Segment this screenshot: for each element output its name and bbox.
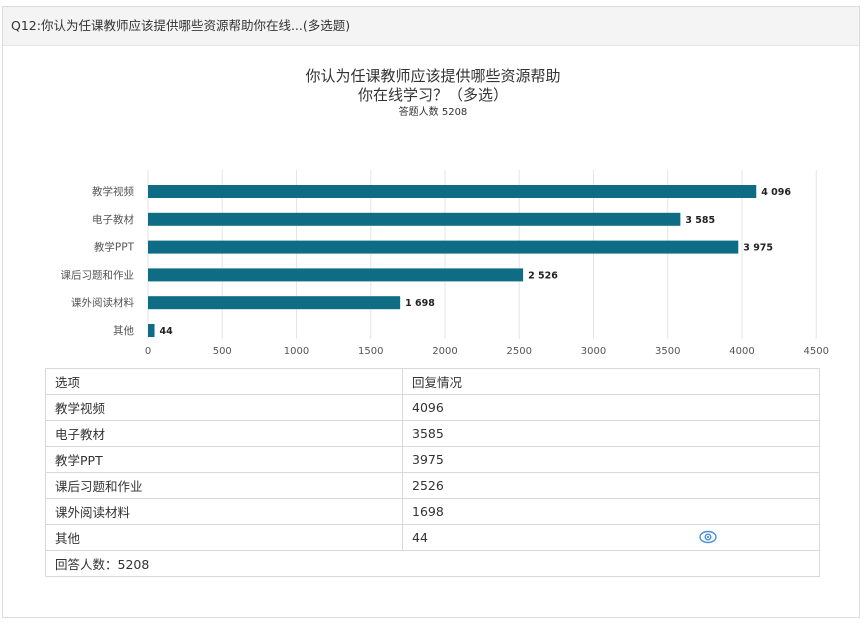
- option-cell: 选项: [45, 368, 403, 395]
- category-label: 教学PPT: [94, 241, 135, 254]
- option-cell: 教学PPT: [45, 446, 403, 473]
- data-label: 2 526: [528, 270, 558, 281]
- option-text: 教学视频: [55, 401, 106, 416]
- category-label: 课后习题和作业: [61, 269, 135, 281]
- option-text: 其他: [55, 531, 81, 546]
- data-label: 3 975: [743, 243, 773, 254]
- bar-1: [148, 212, 681, 226]
- option-text: 课外阅读材料: [55, 505, 131, 520]
- option-text: 教学PPT: [55, 453, 103, 468]
- table-header-row: 选项 回复情况: [45, 368, 820, 395]
- bar-5: [148, 324, 155, 337]
- question-panel: Q12:你认为任课教师应该提供哪些资源帮助你在线...(多选题) 你认为任课教师…: [2, 6, 860, 618]
- table-footer-row: 回答人数：5208: [45, 550, 820, 577]
- response-text: 3975: [412, 452, 444, 467]
- x-tick-label: 3000: [581, 346, 606, 357]
- option-cell: 课后习题和作业: [45, 472, 403, 499]
- response-text: 2526: [412, 478, 444, 493]
- data-label: 3 585: [685, 215, 715, 226]
- x-tick-label: 0: [145, 346, 151, 357]
- response-table: 选项 回复情况教学视频 4096 电子教材 3585 教学PPT 3975 课后习题和作业 25…: [45, 368, 820, 577]
- x-tick-label: 4000: [729, 346, 754, 357]
- x-tick-label: 4500: [804, 346, 829, 357]
- response-text: 1698: [412, 504, 444, 519]
- category-label: 其他: [113, 324, 134, 337]
- option-cell: 课外阅读材料: [45, 498, 403, 525]
- data-label: 1 698: [405, 298, 435, 309]
- table-row: 教学PPT 3975: [45, 446, 820, 473]
- table-row: 课后习题和作业 2526: [45, 472, 820, 499]
- response-text: 44: [412, 530, 428, 545]
- bar-3: [148, 268, 524, 282]
- category-label: 课外阅读材料: [71, 296, 134, 309]
- chart-title-line2: 你在线学习？（多选）: [358, 86, 508, 104]
- response-cell: 3585: [402, 420, 820, 447]
- response-cell: 3975: [402, 446, 820, 473]
- bars: [148, 185, 757, 337]
- x-tick-label: 2000: [432, 346, 457, 357]
- bar-4: [148, 296, 401, 310]
- question-title: Q12:你认为任课教师应该提供哪些资源帮助你在线...(多选题): [3, 7, 859, 46]
- option-text: 选项: [55, 375, 81, 390]
- option-cell: 教学视频: [45, 394, 403, 421]
- x-tick-label: 2500: [507, 346, 532, 357]
- x-tick-label: 500: [213, 346, 232, 357]
- table-row: 其他 44: [45, 524, 820, 551]
- option-cell: 电子教材: [45, 420, 403, 447]
- option-cell: 其他: [45, 524, 403, 551]
- data-label: 4 096: [761, 187, 791, 198]
- response-cell: 4096: [402, 394, 820, 421]
- response-text: 回复情况: [412, 375, 463, 390]
- category-label: 电子教材: [92, 213, 134, 226]
- response-cell: 2526: [402, 472, 820, 499]
- data-label: 44: [160, 326, 174, 337]
- chart-container: 你认为任课教师应该提供哪些资源帮助 你在线学习？（多选） 答题人数 5208 0…: [3, 57, 859, 367]
- response-text: 4096: [412, 400, 444, 415]
- option-text: 课后习题和作业: [55, 479, 143, 494]
- option-text: 电子教材: [55, 427, 106, 442]
- response-cell: 44: [402, 524, 820, 551]
- category-label: 教学视频: [92, 185, 134, 198]
- response-cell: 回复情况: [402, 368, 820, 395]
- bar-chart: 你认为任课教师应该提供哪些资源帮助 你在线学习？（多选） 答题人数 5208 0…: [61, 67, 829, 357]
- eye-icon[interactable]: [699, 530, 717, 544]
- x-tick-label: 1500: [358, 346, 383, 357]
- x-tick-label: 1000: [284, 346, 309, 357]
- bar-2: [148, 240, 739, 254]
- table-row: 教学视频 4096: [45, 394, 820, 421]
- chart-title-line1: 你认为任课教师应该提供哪些资源帮助: [305, 67, 560, 85]
- bar-0: [148, 185, 757, 198]
- chart-subtitle: 答题人数 5208: [399, 105, 468, 118]
- table-row: 课外阅读材料 1698: [45, 498, 820, 525]
- table-row: 电子教材 3585: [45, 420, 820, 447]
- response-text: 3585: [412, 426, 444, 441]
- respondent-count: 回答人数：5208: [45, 550, 820, 577]
- x-tick-label: 3500: [655, 346, 680, 357]
- response-cell: 1698: [402, 498, 820, 525]
